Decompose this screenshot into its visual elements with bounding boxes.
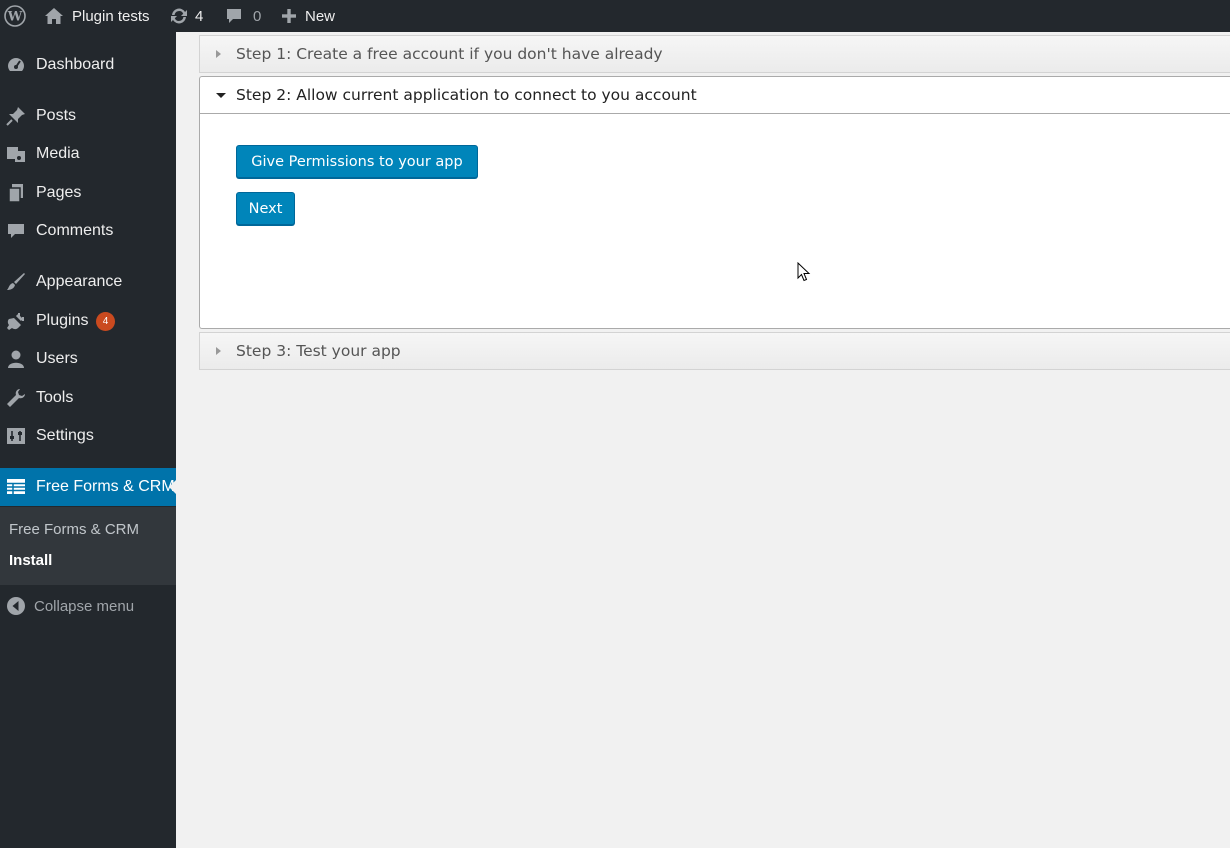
sidebar-item-plugins[interactable]: Plugins 4 bbox=[0, 303, 176, 339]
submenu-item-free-forms-crm[interactable]: Free Forms & CRM bbox=[9, 521, 139, 538]
step-1-title: Step 1: Create a free account if you don… bbox=[236, 45, 663, 63]
pages-icon bbox=[6, 183, 26, 203]
collapse-menu-label: Collapse menu bbox=[34, 597, 135, 615]
sidebar-item-label: Users bbox=[36, 350, 78, 367]
step-3-header[interactable]: Step 3: Test your app bbox=[199, 332, 1230, 370]
plug-icon bbox=[6, 311, 26, 331]
svg-text:W: W bbox=[7, 10, 23, 25]
submenu: Free Forms & CRM Install bbox=[0, 507, 176, 585]
comment-bubble-icon bbox=[225, 7, 243, 25]
sidebar-item-settings[interactable]: Settings bbox=[0, 418, 176, 454]
plus-icon bbox=[281, 8, 297, 24]
step-1-header[interactable]: Step 1: Create a free account if you don… bbox=[199, 35, 1230, 73]
comment-icon bbox=[6, 221, 26, 241]
pin-icon bbox=[6, 106, 26, 126]
sidebar-item-appearance[interactable]: Appearance bbox=[0, 264, 176, 300]
brush-icon bbox=[6, 272, 26, 292]
site-name-link[interactable]: Plugin tests bbox=[44, 0, 150, 32]
collapsed-arrow-icon bbox=[216, 347, 221, 355]
media-icon bbox=[6, 144, 26, 164]
step-2-panel: Give Permissions to your app Next bbox=[199, 114, 1230, 329]
collapsed-arrow-icon bbox=[216, 50, 221, 58]
sidebar-item-posts[interactable]: Posts bbox=[0, 98, 176, 134]
home-icon bbox=[44, 7, 64, 25]
sidebar-item-media[interactable]: Media bbox=[0, 136, 176, 172]
give-permissions-button[interactable]: Give Permissions to your app bbox=[236, 145, 478, 178]
sidebar-item-comments[interactable]: Comments bbox=[0, 213, 176, 249]
sidebar-item-users[interactable]: Users bbox=[0, 341, 176, 377]
sidebar-item-label: Comments bbox=[36, 222, 114, 239]
mouse-cursor-icon bbox=[797, 261, 811, 287]
collapse-menu-button[interactable]: Collapse menu bbox=[0, 594, 176, 618]
submenu-item-install[interactable]: Install bbox=[9, 552, 52, 569]
expanded-arrow-icon bbox=[216, 92, 226, 98]
sidebar-item-label: Posts bbox=[36, 107, 77, 124]
current-menu-arrow bbox=[169, 479, 177, 495]
step-3-title: Step 3: Test your app bbox=[236, 342, 401, 360]
sidebar-item-label: Tools bbox=[36, 389, 74, 406]
sidebar-item-label: Settings bbox=[36, 427, 94, 444]
new-label: New bbox=[305, 7, 336, 25]
updates-link[interactable]: 4 bbox=[169, 0, 203, 32]
sidebar-item-pages[interactable]: Pages bbox=[0, 175, 176, 211]
comments-count: 0 bbox=[253, 7, 262, 25]
updates-count: 4 bbox=[195, 7, 204, 25]
site-name: Plugin tests bbox=[72, 7, 150, 25]
sidebar-item-dashboard[interactable]: Dashboard bbox=[0, 47, 176, 83]
sidebar-item-free-forms-crm[interactable]: Free Forms & CRM bbox=[0, 468, 177, 506]
step-2-header[interactable]: Step 2: Allow current application to con… bbox=[199, 76, 1230, 114]
sidebar-item-tools[interactable]: Tools bbox=[0, 380, 176, 416]
admin-bar: W Plugin tests 4 0 New bbox=[0, 0, 1230, 32]
wrench-icon bbox=[6, 388, 26, 408]
new-content-link[interactable]: New bbox=[281, 0, 335, 32]
table-icon bbox=[6, 476, 26, 496]
sidebar-item-label: Pages bbox=[36, 184, 82, 201]
dashboard-icon bbox=[6, 55, 26, 75]
user-icon bbox=[6, 349, 26, 369]
next-button[interactable]: Next bbox=[236, 192, 295, 225]
wordpress-logo-icon[interactable]: W bbox=[4, 0, 26, 32]
admin-sidebar: Dashboard Posts Media Pages Comments App… bbox=[0, 32, 177, 848]
step-2-title: Step 2: Allow current application to con… bbox=[236, 86, 697, 104]
sidebar-item-label: Dashboard bbox=[36, 56, 115, 73]
sidebar-item-label: Appearance bbox=[36, 273, 123, 290]
collapse-arrow-icon bbox=[6, 596, 26, 620]
settings-icon bbox=[6, 426, 26, 446]
plugins-update-badge: 4 bbox=[96, 312, 115, 331]
sidebar-item-label: Plugins bbox=[36, 312, 89, 329]
comments-link[interactable]: 0 bbox=[225, 0, 261, 32]
sidebar-item-label: Media bbox=[36, 145, 80, 162]
updates-icon bbox=[169, 7, 189, 25]
sidebar-item-label: Free Forms & CRM bbox=[36, 478, 175, 495]
